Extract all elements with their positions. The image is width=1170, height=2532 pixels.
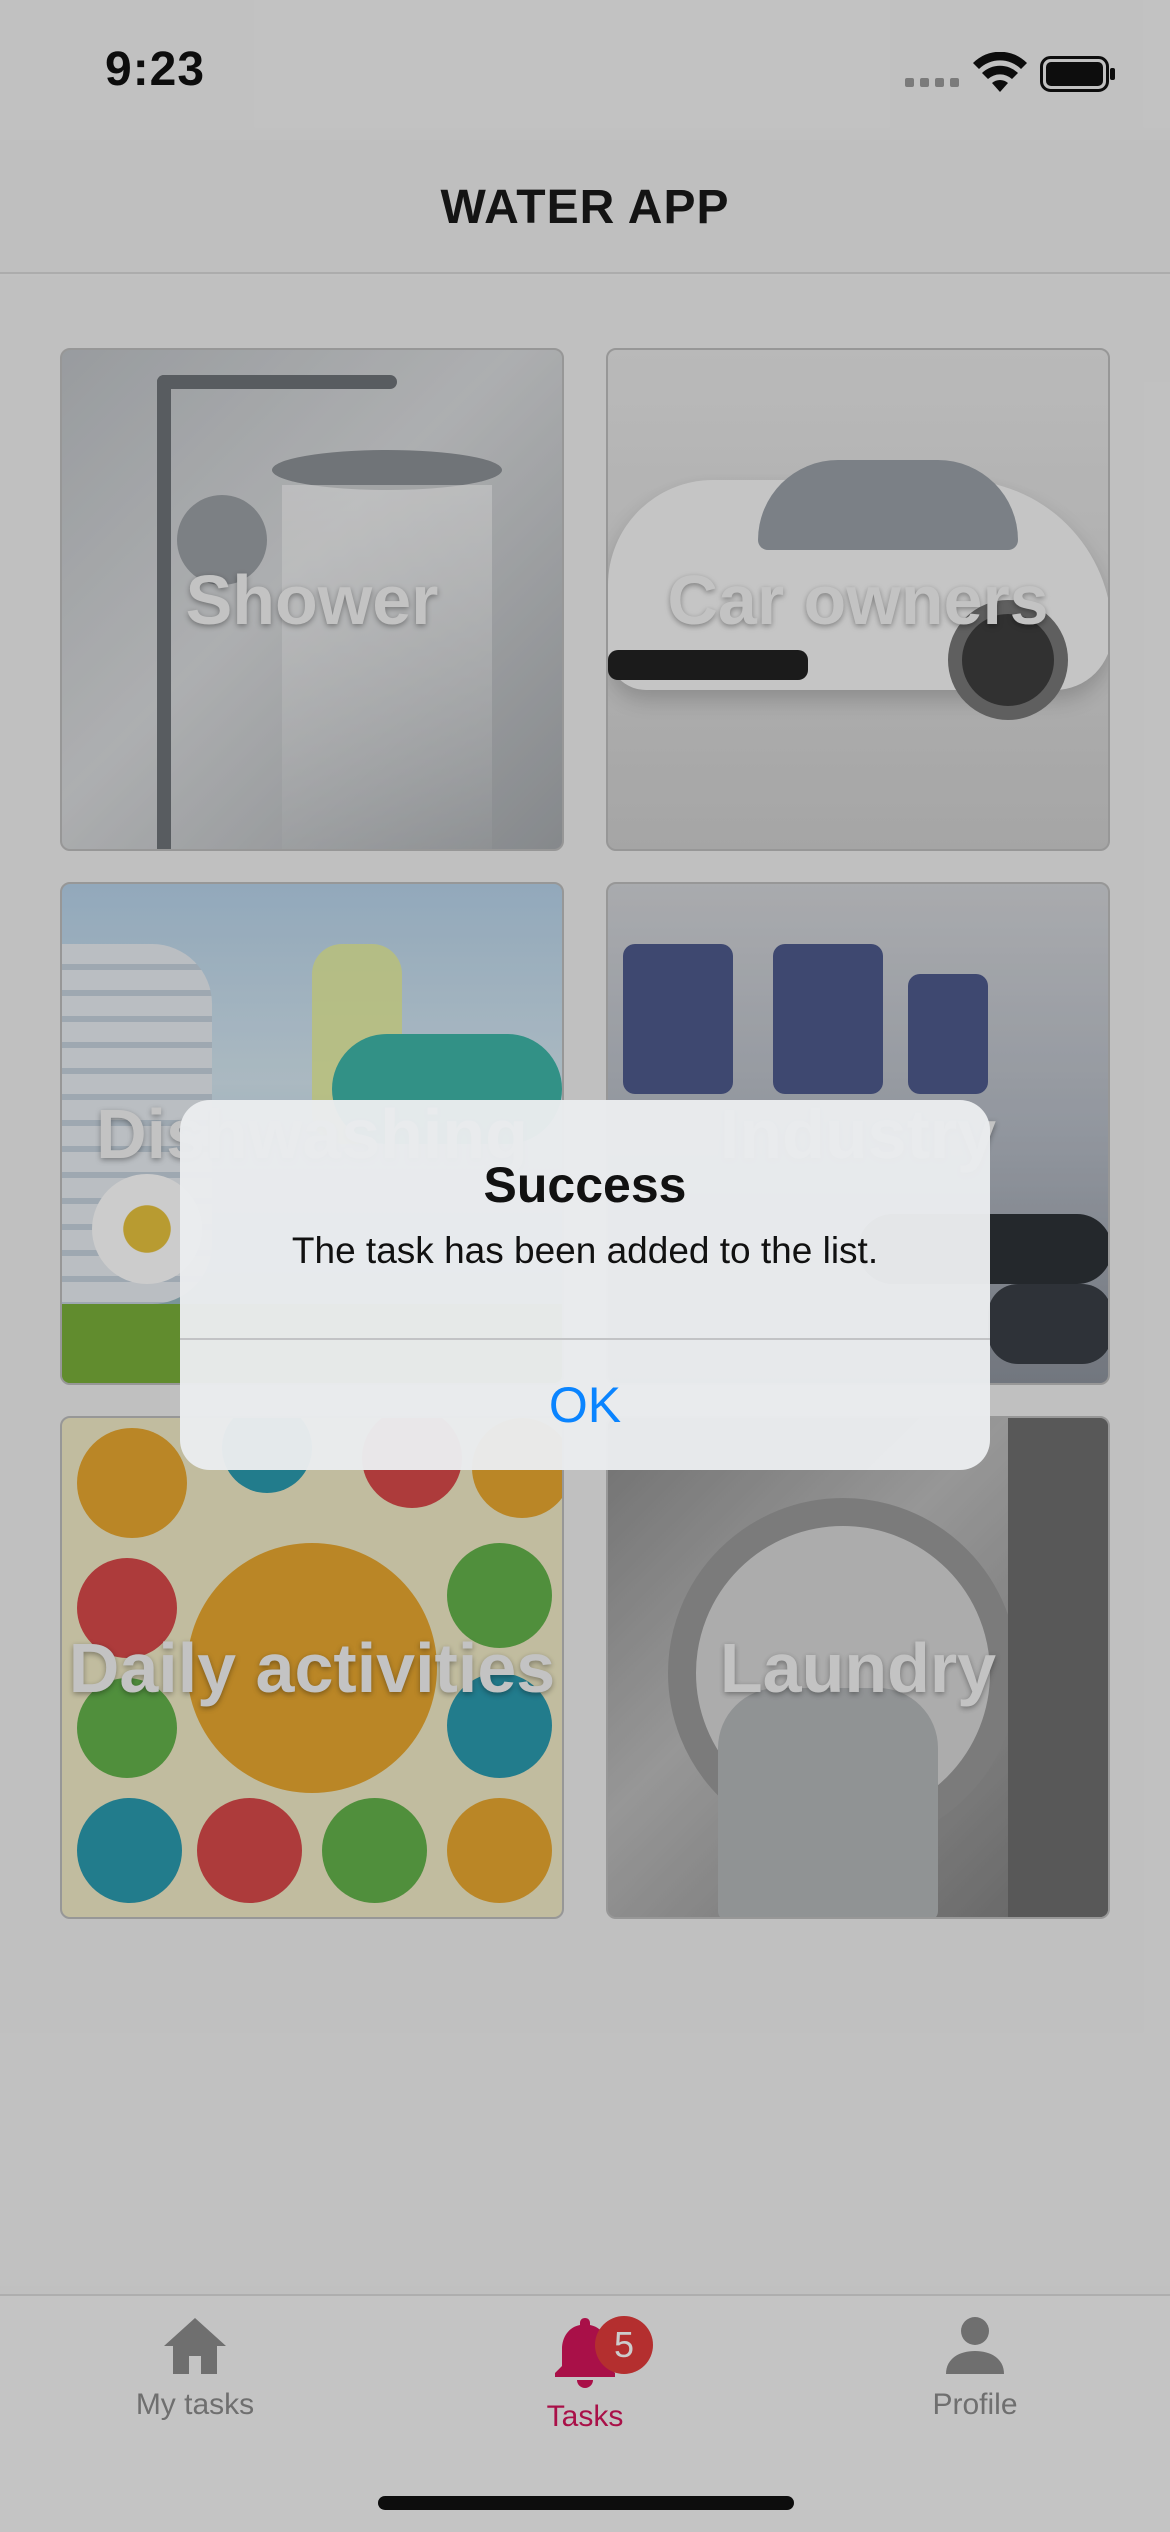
success-alert-dialog: Success The task has been added to the l… — [180, 1100, 990, 1470]
alert-title: Success — [483, 1157, 687, 1213]
app-screen: 9:23 WATER APP Shower Car owners Daily a… — [0, 0, 1170, 2532]
ok-button[interactable]: OK — [180, 1340, 990, 1470]
alert-message: The task has been added to the list. — [291, 1230, 879, 1271]
